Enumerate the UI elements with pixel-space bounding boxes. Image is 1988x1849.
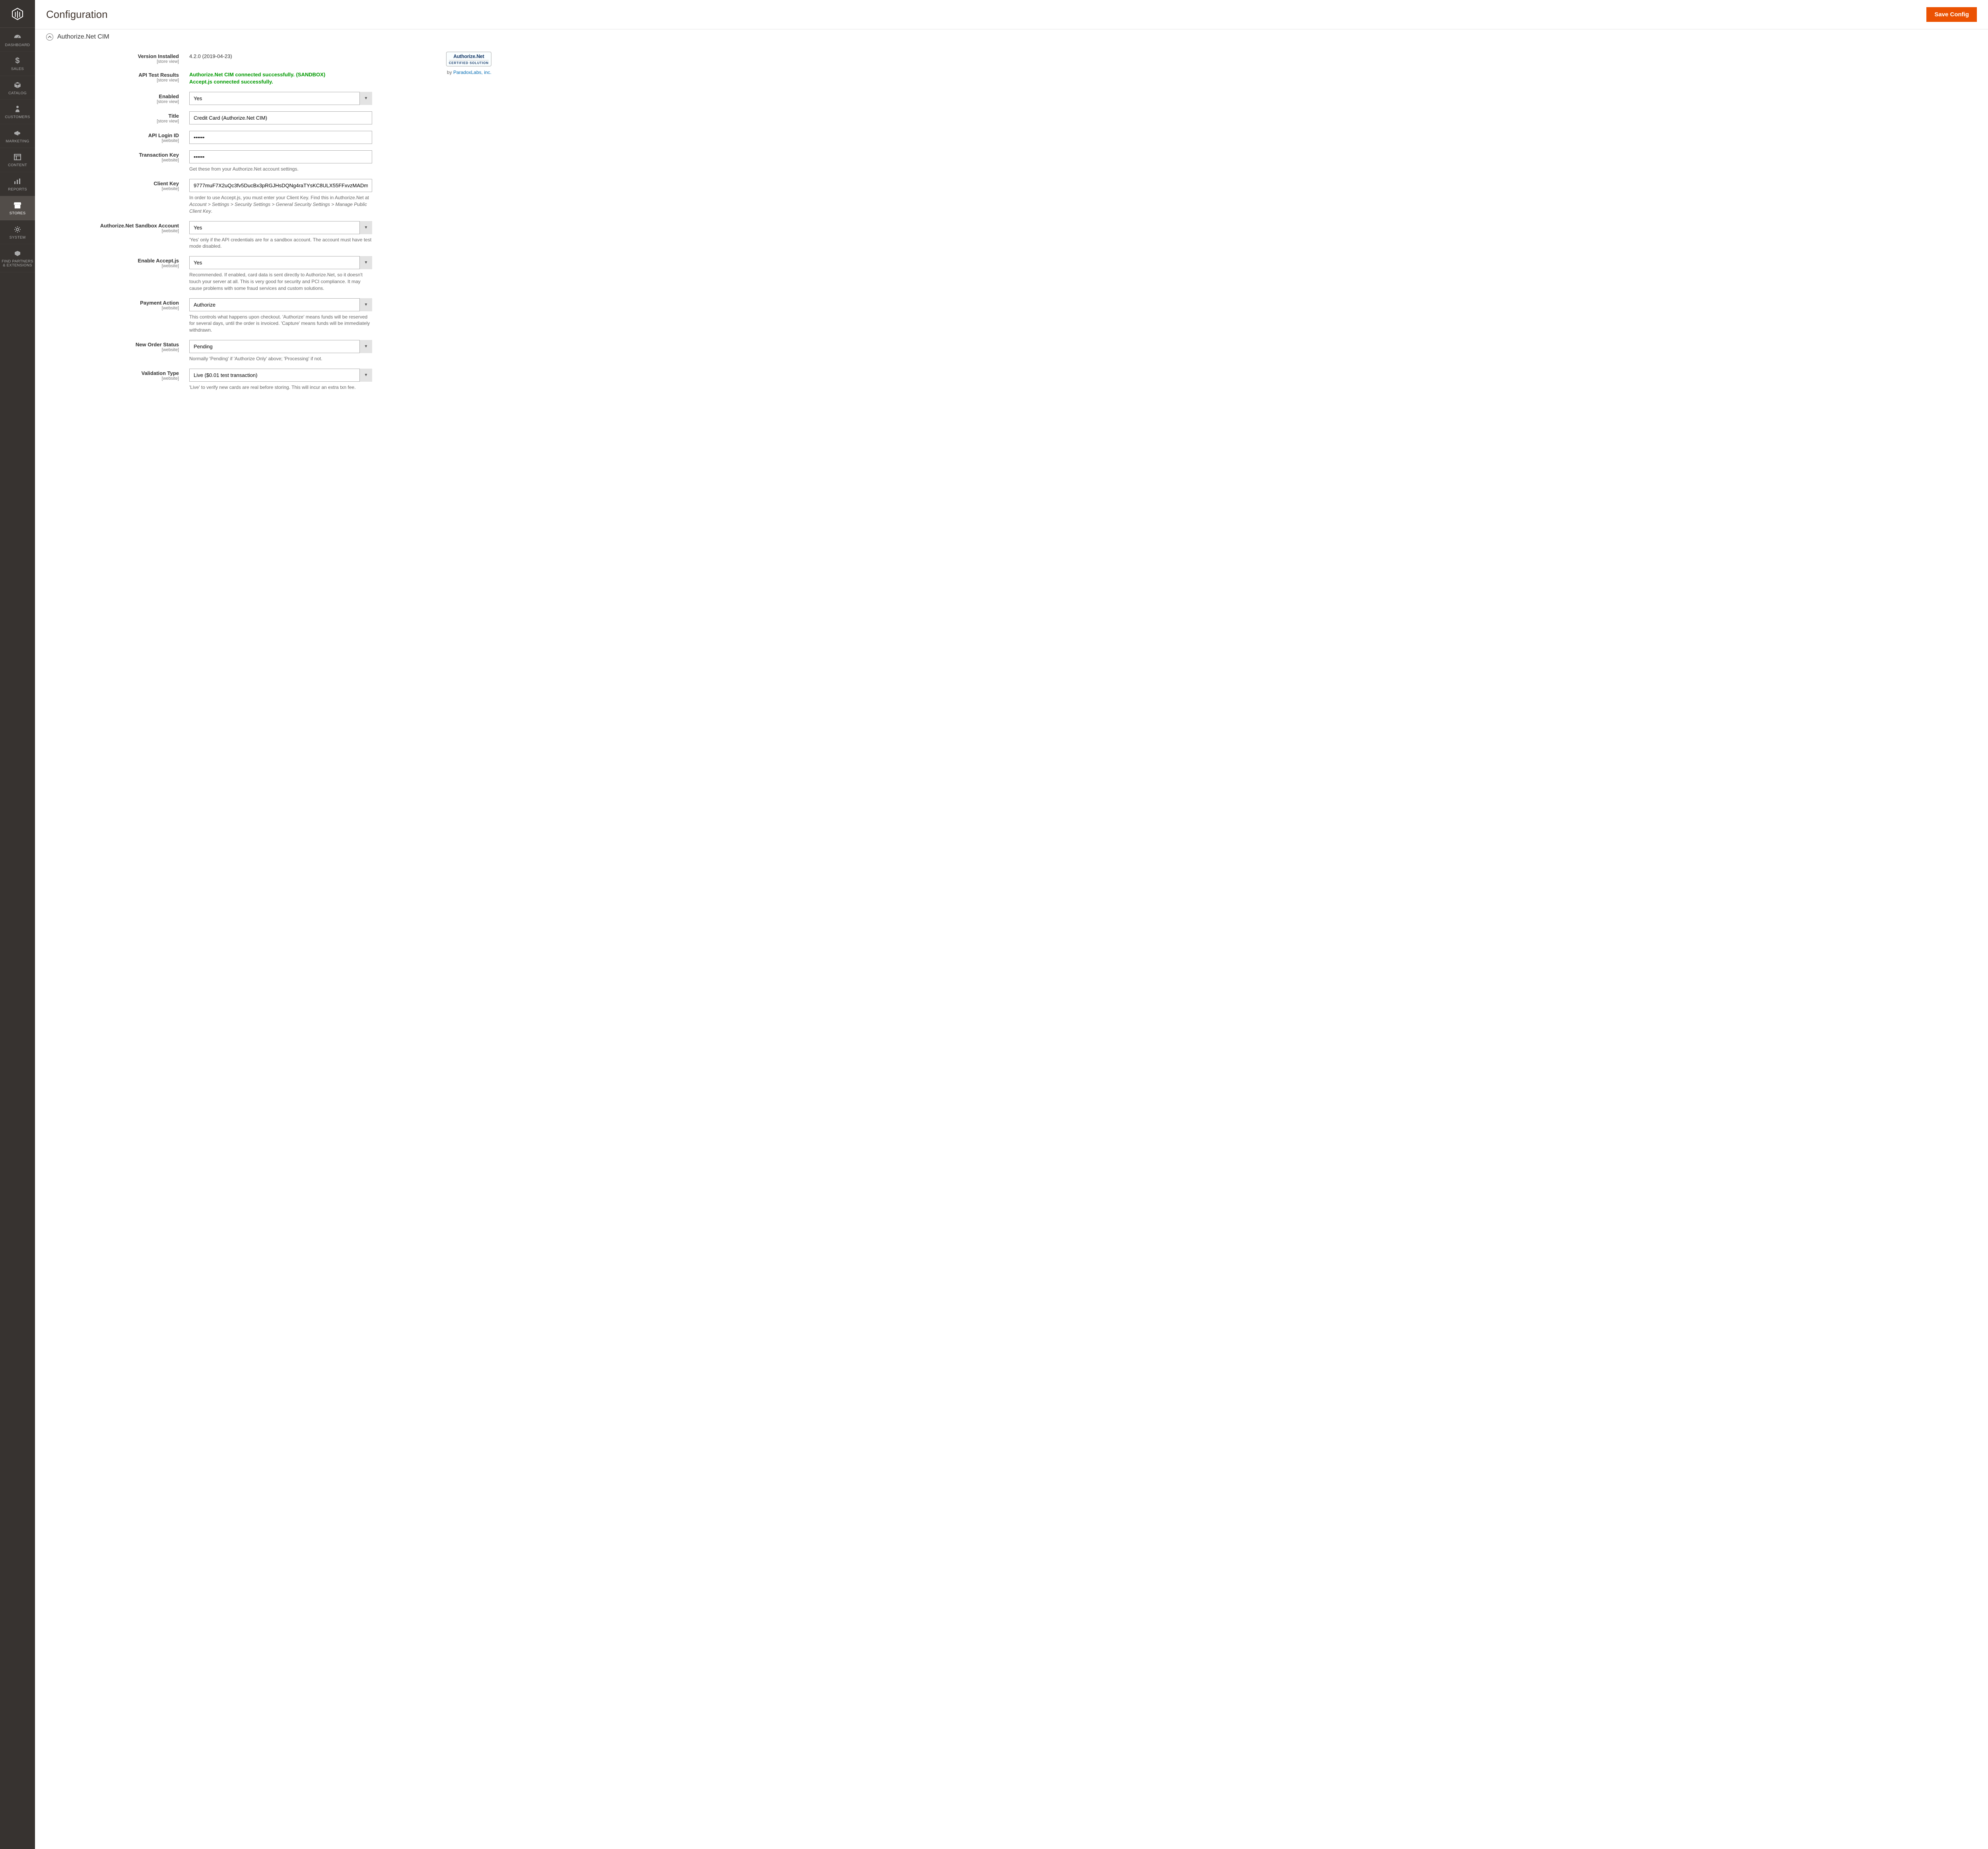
field-scope: [website] <box>46 264 179 268</box>
nav-stores[interactable]: STORES <box>0 196 35 220</box>
field-client-key: Client Key [website] In order to use Acc… <box>46 179 412 214</box>
field-scope: [store view] <box>46 99 179 104</box>
field-scope: [website] <box>46 376 179 381</box>
nav-catalog[interactable]: CATALOG <box>0 76 35 100</box>
field-label: Enabled <box>46 93 179 99</box>
person-icon <box>2 105 33 113</box>
nav-sales[interactable]: $ SALES <box>0 52 35 76</box>
bar-chart-icon <box>2 177 33 186</box>
field-acceptjs: Enable Accept.js [website] Yes ▼ Recomme… <box>46 256 412 291</box>
field-payment-action: Payment Action [website] Authorize ▼ Thi… <box>46 298 412 334</box>
field-note: In order to use Accept.js, you must ente… <box>189 194 372 214</box>
field-label: Validation Type <box>46 370 179 376</box>
field-label: Title <box>46 113 179 119</box>
main-content: Configuration Save Config Authorize.Net … <box>35 0 1988 1849</box>
field-label: Transaction Key <box>46 152 179 158</box>
field-label: New Order Status <box>46 342 179 348</box>
dollar-icon: $ <box>2 56 33 65</box>
acceptjs-select[interactable]: Yes <box>189 256 372 269</box>
field-enabled: Enabled [store view] Yes ▼ <box>46 92 412 105</box>
field-api-test: API Test Results [store view] Authorize.… <box>46 70 412 85</box>
field-title: Title [store view] <box>46 111 412 124</box>
field-scope: [website] <box>46 348 179 352</box>
api-login-input[interactable] <box>189 131 372 144</box>
nav-system[interactable]: SYSTEM <box>0 220 35 244</box>
partners-icon <box>2 249 33 258</box>
field-note: Recommended. If enabled, card data is se… <box>189 272 372 291</box>
field-scope: [store view] <box>46 78 179 83</box>
nav-dashboard[interactable]: DASHBOARD <box>0 28 35 52</box>
box-icon <box>2 81 33 89</box>
field-label: API Login ID <box>46 132 179 138</box>
megaphone-icon <box>2 129 33 138</box>
vendor-credit: by ParadoxLabs, inc. <box>424 70 491 75</box>
nav-marketing[interactable]: MARKETING <box>0 124 35 148</box>
admin-sidebar: DASHBOARD $ SALES CATALOG CUSTOMERS MARK… <box>0 0 35 1849</box>
collapse-icon <box>46 33 53 41</box>
version-value: 4.2.0 (2019-04-23) <box>189 52 372 59</box>
gear-icon <box>2 225 33 234</box>
enabled-select[interactable]: Yes <box>189 92 372 105</box>
store-icon <box>2 201 33 210</box>
sandbox-select[interactable]: Yes <box>189 221 372 234</box>
field-label: Payment Action <box>46 300 179 306</box>
save-config-button[interactable]: Save Config <box>1926 7 1977 22</box>
transaction-key-input[interactable] <box>189 150 372 163</box>
authorize-net-badge: Authorize.Net CERTIFIED SOLUTION <box>446 52 491 66</box>
nav-partners[interactable]: FIND PARTNERS & EXTENSIONS <box>0 244 35 272</box>
payment-action-select[interactable]: Authorize <box>189 298 372 311</box>
field-label: Client Key <box>46 181 179 186</box>
field-label: Enable Accept.js <box>46 258 179 264</box>
gauge-icon <box>2 33 33 41</box>
nav-customers[interactable]: CUSTOMERS <box>0 100 35 124</box>
section-toggle-authnet[interactable]: Authorize.Net CIM <box>35 29 1988 45</box>
field-scope: [website] <box>46 186 179 191</box>
field-scope: [website] <box>46 158 179 163</box>
field-label: Authorize.Net Sandbox Account <box>46 223 179 229</box>
svg-text:$: $ <box>15 57 19 65</box>
field-note: 'Live' to verify new cards are real befo… <box>189 384 372 391</box>
layout-icon <box>2 153 33 161</box>
field-note: Normally 'Pending' if 'Authorize Only' a… <box>189 355 372 362</box>
order-status-select[interactable]: Pending <box>189 340 372 353</box>
section-title: Authorize.Net CIM <box>57 33 109 41</box>
field-note: Get these from your Authorize.Net accoun… <box>189 166 372 173</box>
field-scope: [store view] <box>46 59 179 64</box>
field-label: API Test Results <box>46 72 179 78</box>
page-title: Configuration <box>46 8 108 21</box>
field-scope: [website] <box>46 306 179 311</box>
field-note: 'Yes' only if the API credentials are fo… <box>189 237 372 250</box>
client-key-input[interactable] <box>189 179 372 192</box>
field-note: This controls what happens upon checkout… <box>189 314 372 334</box>
nav-content[interactable]: CONTENT <box>0 148 35 172</box>
nav-reports[interactable]: REPORTS <box>0 172 35 196</box>
vendor-link[interactable]: ParadoxLabs, inc. <box>453 70 491 75</box>
field-scope: [website] <box>46 229 179 233</box>
title-input[interactable] <box>189 111 372 124</box>
field-transaction-key: Transaction Key [website] Get these from… <box>46 150 412 173</box>
field-version: Version Installed [store view] 4.2.0 (20… <box>46 52 412 64</box>
field-scope: [store view] <box>46 119 179 124</box>
field-validation-type: Validation Type [website] Live ($0.01 te… <box>46 369 412 391</box>
field-label: Version Installed <box>46 53 179 59</box>
validation-type-select[interactable]: Live ($0.01 test transaction) <box>189 369 372 382</box>
field-sandbox: Authorize.Net Sandbox Account [website] … <box>46 221 412 250</box>
field-order-status: New Order Status [website] Pending ▼ Nor… <box>46 340 412 362</box>
field-api-login: API Login ID [website] <box>46 131 412 144</box>
field-scope: [website] <box>46 138 179 143</box>
magento-logo[interactable] <box>0 0 35 28</box>
api-test-result: Authorize.Net CIM connected successfully… <box>189 70 372 85</box>
